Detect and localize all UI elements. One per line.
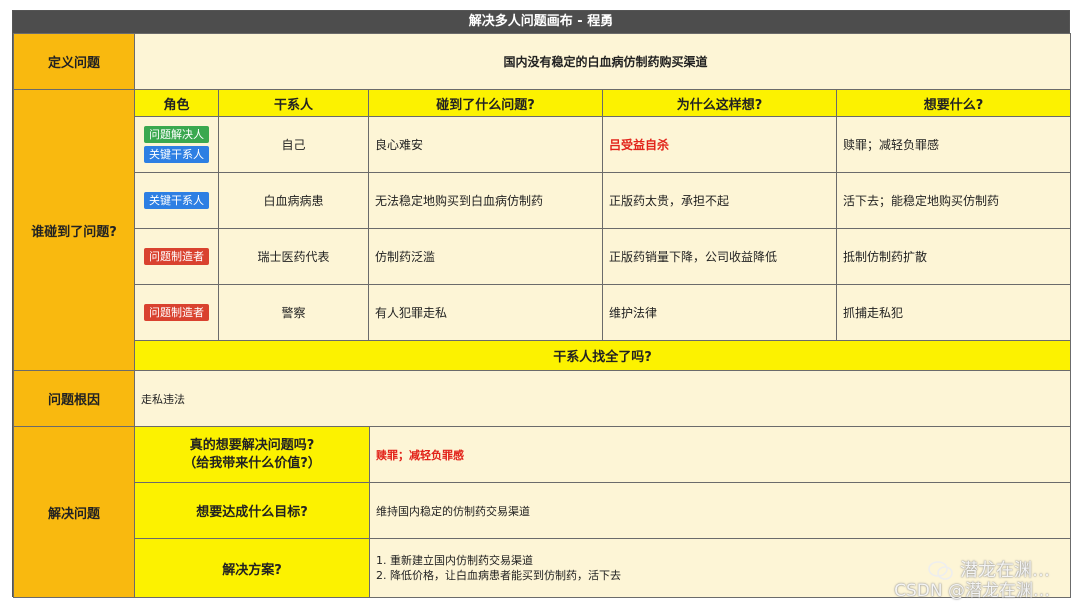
role-cell: 关键干系人 — [134, 172, 219, 229]
stakeholder-cell: 警察 — [218, 284, 369, 341]
role-badge: 关键干系人 — [144, 146, 209, 163]
q-value-line1: 真的想要解决问题吗? — [189, 437, 315, 453]
header-want: 想要什么? — [836, 89, 1071, 117]
solution-item-1: 1. 重新建立国内仿制药交易渠道 — [376, 554, 533, 567]
want-cell: 抵制仿制药扩散 — [836, 228, 1071, 285]
wechat-icon — [928, 561, 954, 580]
problem-cell: 有人犯罪走私 — [368, 284, 603, 341]
want-cell: 活下去；能稳定地购买仿制药 — [836, 172, 1071, 229]
q-goal: 想要达成什么目标? — [134, 482, 370, 539]
problem-cell: 无法稳定地购买到白血病仿制药 — [368, 172, 603, 229]
reason-cell: 维护法律 — [602, 284, 837, 341]
reason-cell: 正版药销量下降，公司收益降低 — [602, 228, 837, 285]
stakeholder-cell: 白血病病患 — [218, 172, 369, 229]
role-badge: 关键干系人 — [144, 192, 209, 209]
watermark-line1: 潜龙在渊… — [960, 560, 1050, 581]
reason-cell: 吕受益自杀 — [602, 116, 837, 173]
role-cell: 问题制造者 — [134, 284, 219, 341]
solve-label: 解决问题 — [13, 426, 135, 598]
stakeholder-cell: 自己 — [218, 116, 369, 173]
watermark: 潜龙在渊… CSDN @潜龙在渊… — [894, 560, 1050, 602]
a-goal: 维持国内稳定的仿制药交易渠道 — [369, 482, 1071, 539]
canvas-title: 解决多人问题画布 - 程勇 — [13, 11, 1069, 33]
root-value: 走私违法 — [134, 370, 1071, 427]
role-badge: 问题解决人 — [144, 126, 209, 143]
q-value-line2: （给我带来什么价值?） — [183, 455, 321, 471]
q-solution: 解决方案? — [134, 538, 370, 598]
who-label: 谁碰到了问题? — [13, 89, 135, 371]
header-role: 角色 — [134, 89, 219, 117]
problem-canvas: 解决多人问题画布 - 程勇 定义问题 国内没有稳定的白血病仿制药购买渠道 谁碰到… — [12, 10, 1071, 598]
want-cell: 赎罪；减轻负罪感 — [836, 116, 1071, 173]
want-cell: 抓捕走私犯 — [836, 284, 1071, 341]
problem-cell: 仿制药泛滥 — [368, 228, 603, 285]
reason-cell: 正版药太贵，承担不起 — [602, 172, 837, 229]
header-problem: 碰到了什么问题? — [368, 89, 603, 117]
header-reason: 为什么这样想? — [602, 89, 837, 117]
role-badge: 问题制造者 — [144, 304, 209, 321]
define-value: 国内没有稳定的白血病仿制药购买渠道 — [134, 33, 1071, 90]
define-label: 定义问题 — [13, 33, 135, 90]
role-badge: 问题制造者 — [144, 248, 209, 265]
stakeholder-cell: 瑞士医药代表 — [218, 228, 369, 285]
problem-cell: 良心难安 — [368, 116, 603, 173]
q-value: 真的想要解决问题吗? （给我带来什么价值?） — [134, 426, 370, 483]
solution-item-2: 2. 降低价格，让白血病患者能买到仿制药，活下去 — [376, 569, 621, 582]
role-cell: 问题制造者 — [134, 228, 219, 285]
watermark-line2: CSDN @潜龙在渊… — [894, 581, 1050, 601]
header-stakeholder: 干系人 — [218, 89, 369, 117]
root-label: 问题根因 — [13, 370, 135, 427]
a-value: 赎罪；减轻负罪感 — [369, 426, 1071, 483]
role-cell: 问题解决人 关键干系人 — [134, 116, 219, 173]
stakeholder-check: 干系人找全了吗? — [134, 340, 1071, 371]
